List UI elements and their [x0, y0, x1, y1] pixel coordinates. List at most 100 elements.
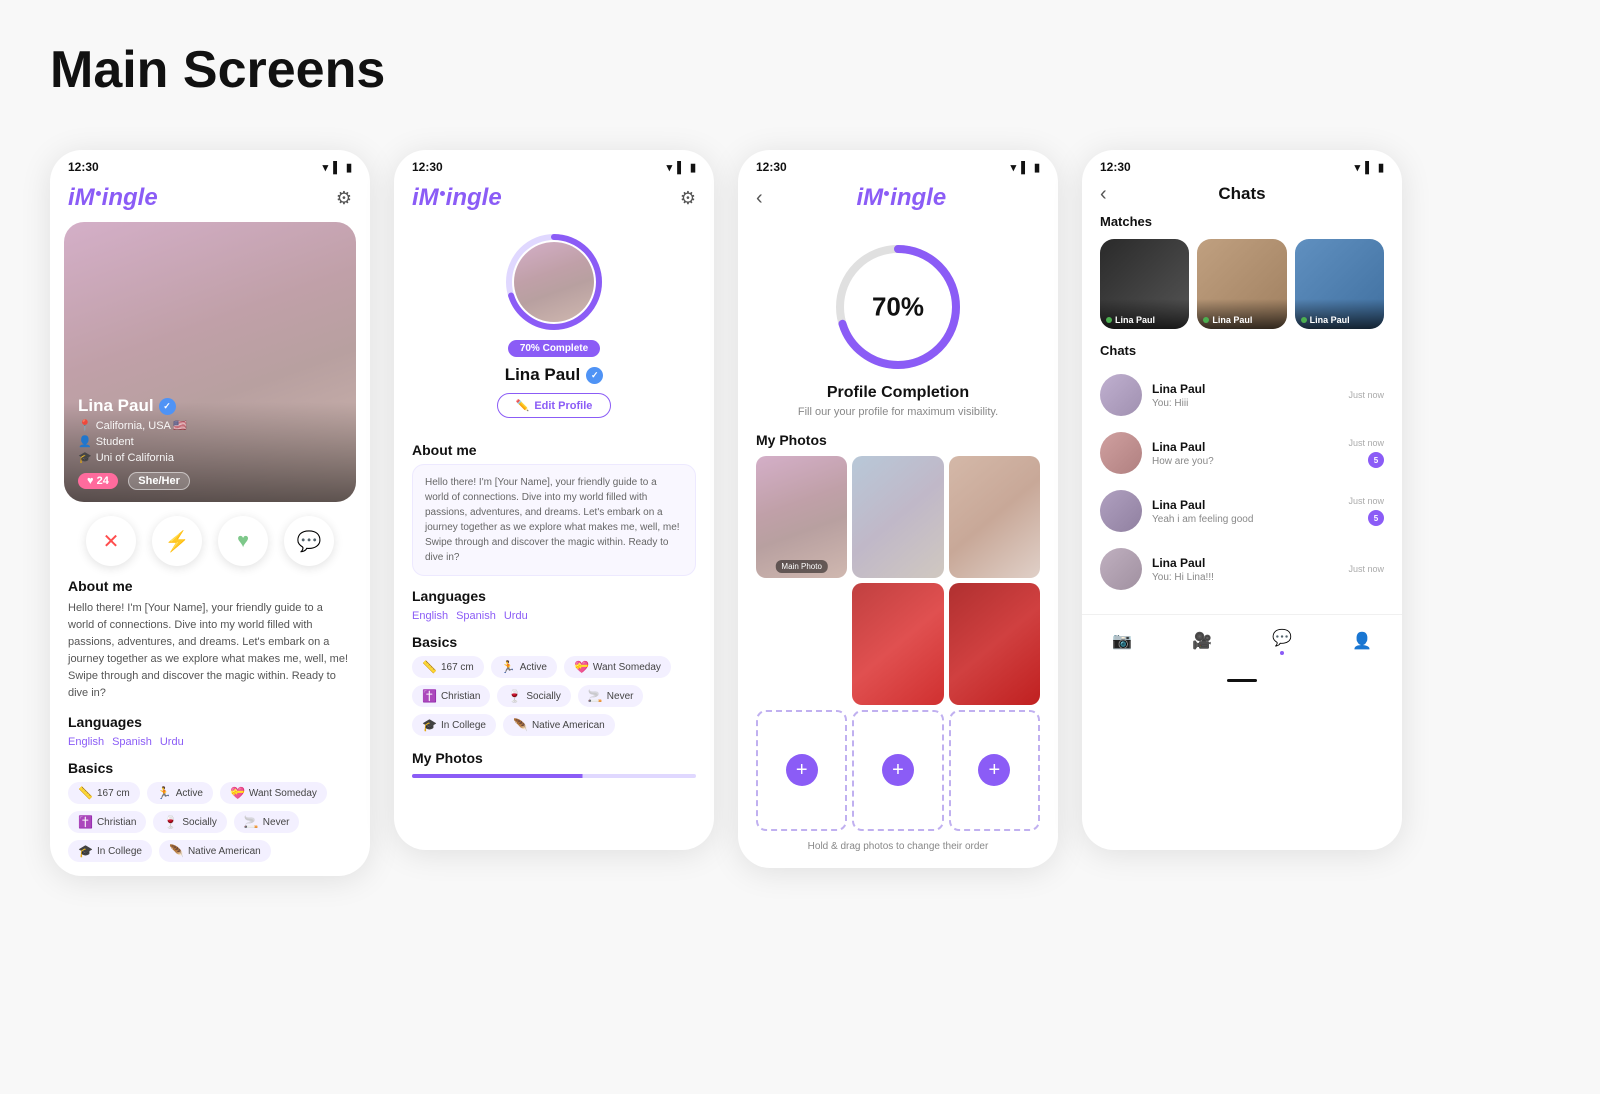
online-dot-2: [1203, 317, 1209, 323]
profile-circle-wrapper: 70% Complete Lina Paul ✓ ✏️ Edit Profile: [394, 232, 714, 430]
profile-nav-icon: 👤: [1351, 630, 1373, 652]
filter-icon[interactable]: ⚙: [336, 188, 352, 209]
battery-icon-3: [1034, 160, 1040, 174]
app-logo-3: iMingle: [856, 184, 946, 212]
big-progress-circle: 70%: [833, 242, 963, 372]
chat-avatar-1: [1100, 374, 1142, 416]
progress-circle: [504, 232, 604, 332]
chat-preview-1: You: Hiii: [1152, 398, 1338, 409]
nav-profile[interactable]: 👤: [1351, 630, 1373, 652]
chat-name-1: Lina Paul: [1152, 382, 1338, 396]
battery-icon: [346, 160, 352, 174]
like-button[interactable]: ♥: [218, 516, 268, 566]
profile-location: 📍California, USA 🇺🇸: [78, 419, 190, 432]
bottom-nav: 📷 🎥 💬 👤: [1082, 614, 1402, 671]
basic-drinking: 🍷Socially: [153, 811, 226, 833]
active-nav-dot: [1280, 651, 1284, 655]
chat-time-2: Just now: [1348, 438, 1384, 448]
screen3-header: ‹ iMingle: [738, 178, 1058, 222]
languages-row-2: English Spanish Urdu: [412, 610, 696, 622]
video-icon: 🎥: [1191, 630, 1213, 652]
chat-right-3: Just now 5: [1348, 496, 1384, 526]
basic2-ethnicity: 🪶Native American: [503, 714, 615, 736]
basic2-height: 📏167 cm: [412, 656, 484, 678]
profile-photo-bg: Lina Paul ✓ 📍California, USA 🇺🇸 👤Student…: [64, 222, 356, 502]
match-name-3: Lina Paul: [1310, 315, 1350, 325]
chat-avatar-4: [1100, 548, 1142, 590]
lang-english-1: English: [68, 736, 104, 748]
chat-item-1[interactable]: Lina Paul You: Hiii Just now: [1082, 366, 1402, 424]
chat-nav-icon: 💬: [1271, 627, 1293, 649]
chat-item-3[interactable]: Lina Paul Yeah i am feeling good Just no…: [1082, 482, 1402, 540]
edit-profile-button[interactable]: ✏️ Edit Profile: [497, 393, 612, 418]
basics-title-2: Basics: [412, 634, 696, 650]
basic2-want: 💝Want Someday: [564, 656, 671, 678]
add-photo-button-3[interactable]: +: [949, 710, 1040, 832]
basic2-activity: 🏃Active: [491, 656, 557, 678]
basic-want: 💝Want Someday: [220, 782, 327, 804]
profile-occupation: 👤Student: [78, 435, 190, 448]
profile-name-overlay: Lina Paul ✓: [78, 396, 190, 416]
lang-spanish-1: Spanish: [112, 736, 152, 748]
status-icons-3: [1011, 160, 1040, 174]
add-photo-button-2[interactable]: +: [852, 710, 943, 832]
profile-badges: ♥ 24 She/Her: [78, 469, 190, 490]
basic2-drinking: 🍷Socially: [497, 685, 570, 707]
my-photos-label-3: My Photos: [756, 432, 1040, 448]
match-card-1[interactable]: Lina Paul: [1100, 239, 1189, 329]
back-button-4[interactable]: ‹: [1100, 183, 1107, 206]
settings-icon[interactable]: ⚙: [680, 188, 696, 209]
phone-screen-1: 12:30 iMingle ⚙ Lina Paul ✓ 📍Cal: [50, 150, 370, 876]
chat-preview-2: How are you?: [1152, 456, 1338, 467]
completion-label: 70% Complete: [508, 340, 600, 357]
signal-icon-3: [1021, 160, 1029, 174]
add-photo-button-1[interactable]: +: [756, 710, 847, 832]
boost-button[interactable]: ⚡: [152, 516, 202, 566]
nav-camera[interactable]: 📷: [1111, 630, 1133, 652]
time-1: 12:30: [68, 160, 99, 174]
nav-video[interactable]: 🎥: [1191, 630, 1213, 652]
back-button-3[interactable]: ‹: [756, 187, 763, 210]
basic-height: 📏167 cm: [68, 782, 140, 804]
chat-button[interactable]: 💬: [284, 516, 334, 566]
basic2-religion: ✝️Christian: [412, 685, 490, 707]
status-bar-1: 12:30: [50, 150, 370, 178]
basic-activity: 🏃Active: [147, 782, 213, 804]
about-text-1: Hello there! I'm [Your Name], your frien…: [68, 600, 352, 702]
nav-chat-active[interactable]: 💬: [1271, 627, 1293, 655]
chats-header: ‹ Chats: [1082, 178, 1402, 214]
match-card-2[interactable]: Lina Paul: [1197, 239, 1286, 329]
completion-title: Profile Completion: [827, 384, 969, 402]
page-title: Main Screens: [50, 40, 1550, 100]
app-logo-2: iMingle: [412, 184, 502, 212]
chat-time-4: Just now: [1348, 564, 1384, 574]
profile-university: 🎓Uni of California: [78, 451, 190, 464]
basic2-education: 🎓In College: [412, 714, 496, 736]
chat-right-2: Just now 5: [1348, 438, 1384, 468]
edit-icon: ✏️: [516, 399, 530, 412]
chat-item-2[interactable]: Lina Paul How are you? Just now 5: [1082, 424, 1402, 482]
basics-grid-2: 📏167 cm 🏃Active 💝Want Someday ✝️Christia…: [412, 656, 696, 736]
lang-urdu-2: Urdu: [504, 610, 528, 622]
wifi-icon-2: [667, 160, 673, 174]
chat-badge-2: 5: [1368, 452, 1384, 468]
nav-underline: [1227, 679, 1257, 682]
chat-preview-4: You: Hi Lina!!!: [1152, 572, 1338, 583]
chat-name-3: Lina Paul: [1152, 498, 1338, 512]
basics-grid-1: 📏167 cm 🏃Active 💝Want Someday ✝️Christia…: [68, 782, 352, 862]
wifi-icon: [323, 160, 329, 174]
status-bar-4: 12:30: [1082, 150, 1402, 178]
chat-badge-3: 5: [1368, 510, 1384, 526]
camera-icon: 📷: [1111, 630, 1133, 652]
dislike-button[interactable]: ✕: [86, 516, 136, 566]
basic-smoking: 🚬Never: [234, 811, 300, 833]
completion-circle-wrapper: 70% Profile Completion Fill our your pro…: [738, 242, 1058, 418]
languages-title-2: Languages: [412, 588, 696, 604]
match-card-3[interactable]: Lina Paul: [1295, 239, 1384, 329]
verified-badge-2: ✓: [586, 367, 603, 384]
chat-right-1: Just now: [1348, 390, 1384, 400]
add-icon-1: +: [786, 754, 818, 786]
basic-religion: ✝️Christian: [68, 811, 146, 833]
chat-item-4[interactable]: Lina Paul You: Hi Lina!!! Just now: [1082, 540, 1402, 598]
about-textarea-2[interactable]: Hello there! I'm [Your Name], your frien…: [412, 464, 696, 576]
